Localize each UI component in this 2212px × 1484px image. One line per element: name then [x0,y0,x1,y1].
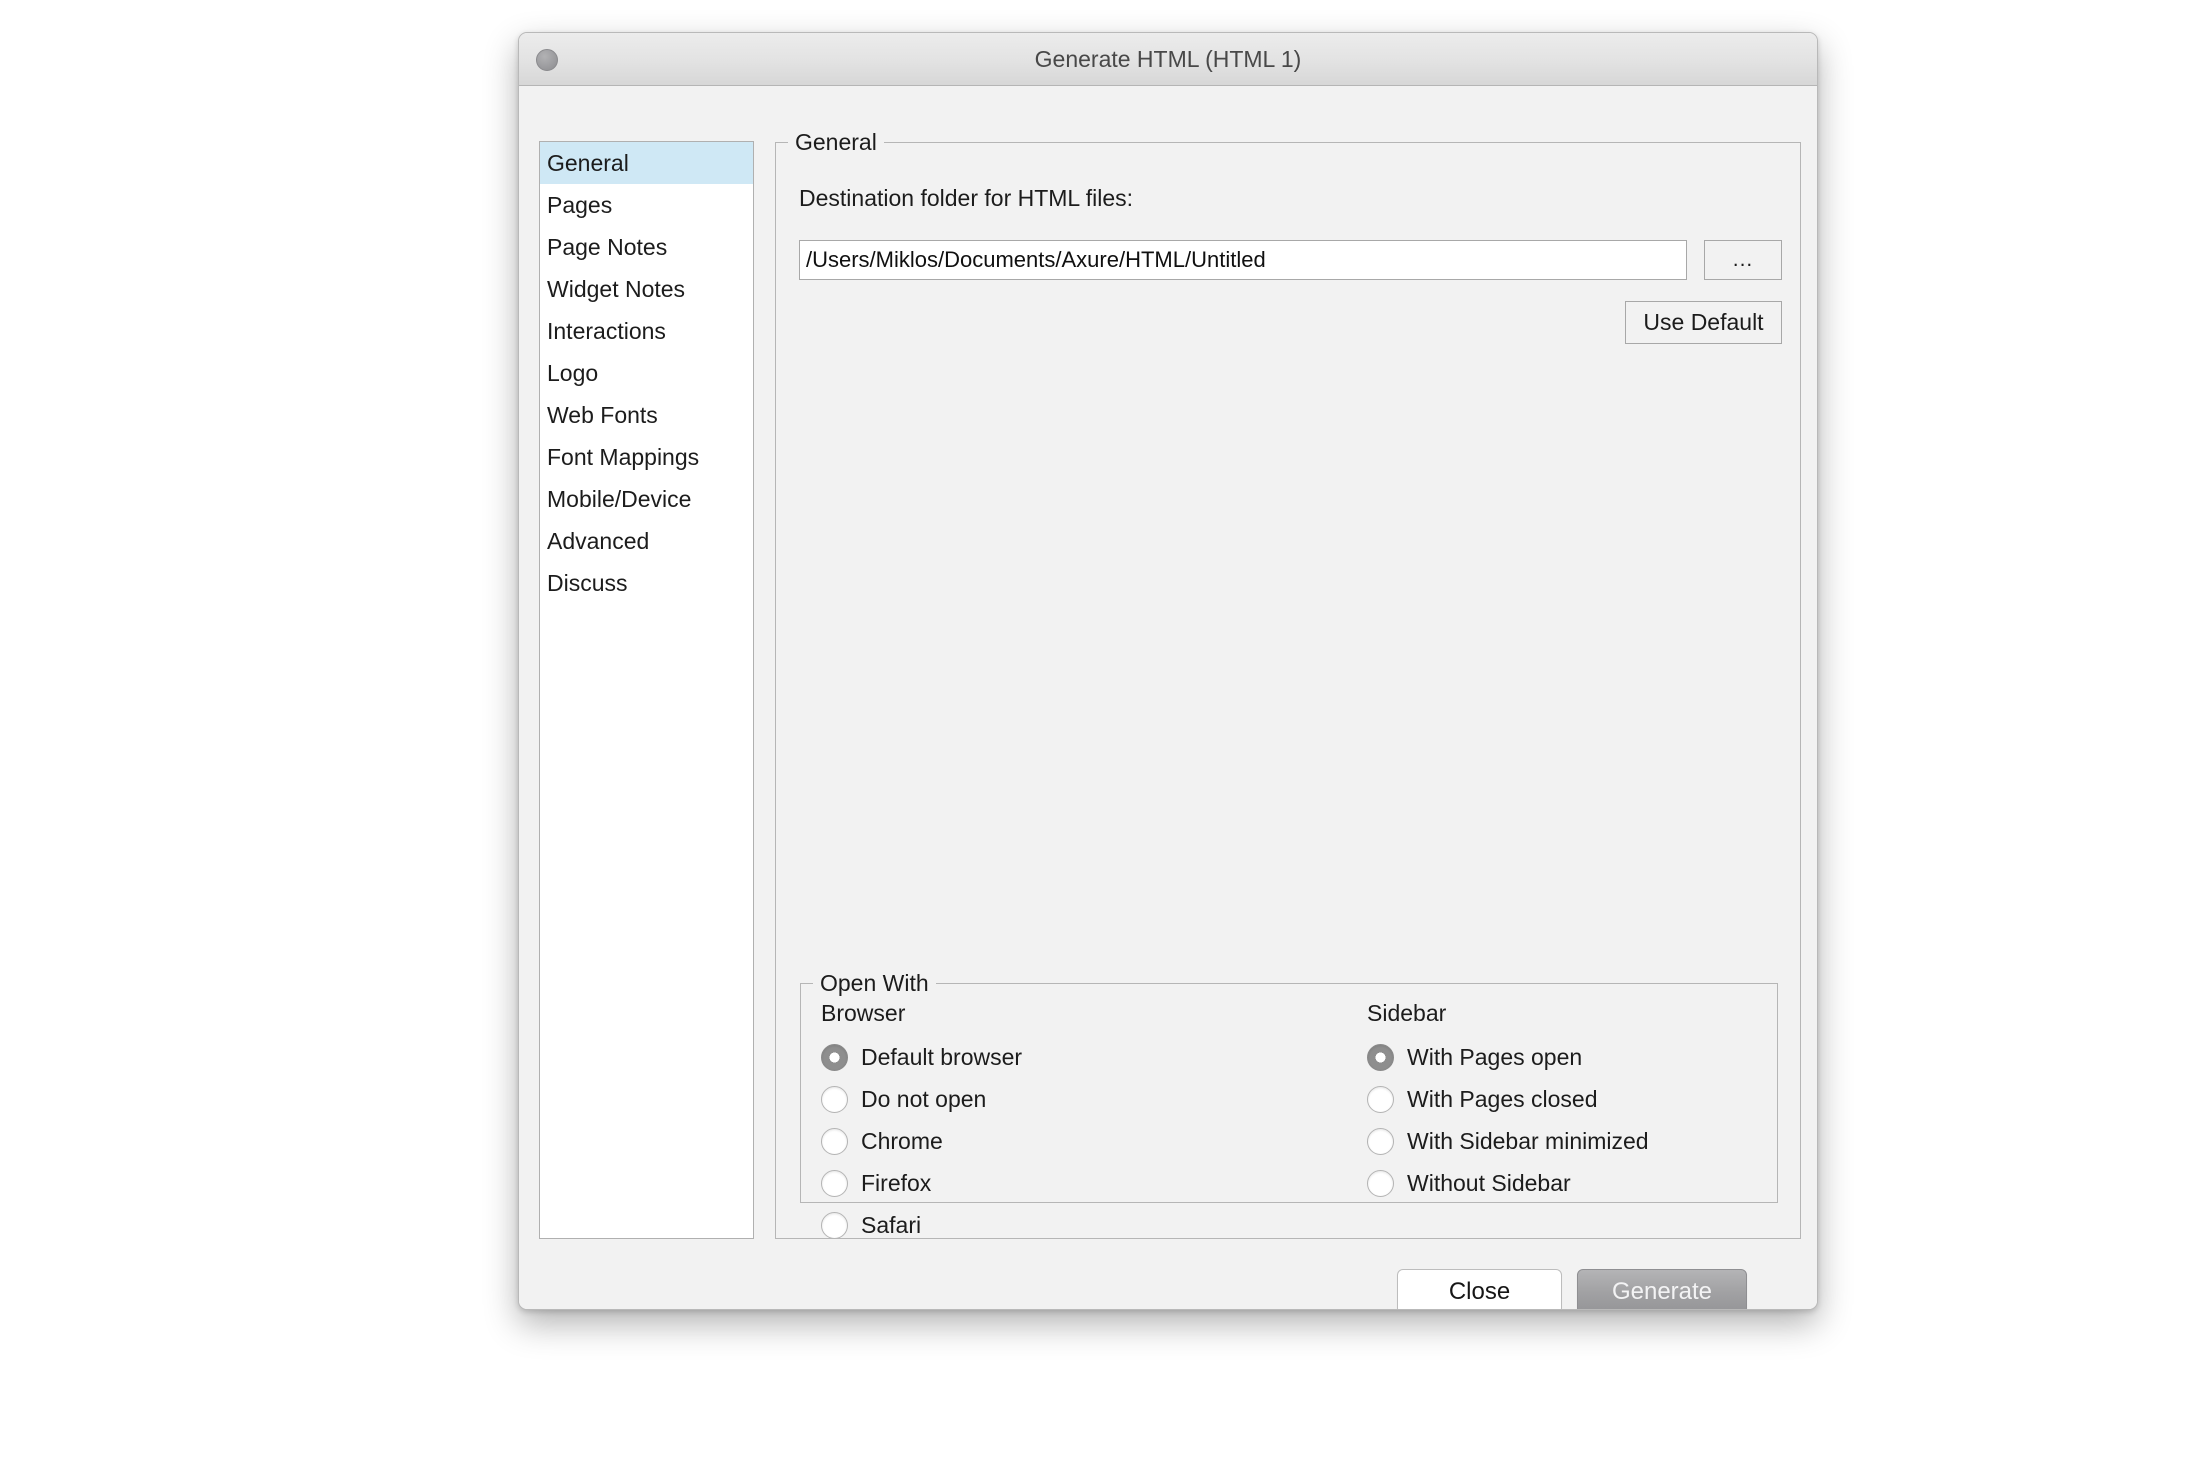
general-group-legend: General [788,129,884,156]
destination-folder-label: Destination folder for HTML files: [799,185,1134,211]
generate-html-dialog: Generate HTML (HTML 1) General Pages Pag… [518,32,1818,1310]
browser-radio-group: Browser Default browser Do not open Chro… [821,1000,1022,1246]
radio-label-with-sidebar-minimized: With Sidebar minimized [1407,1127,1649,1154]
radio-with-pages-open-icon[interactable] [1367,1043,1394,1071]
sidebar-item-pages[interactable]: Pages [540,184,753,226]
radio-firefox-icon[interactable] [821,1169,848,1197]
dialog-titlebar[interactable]: Generate HTML (HTML 1) [519,33,1817,86]
radio-default-browser-icon[interactable] [821,1043,848,1071]
radio-without-sidebar-icon[interactable] [1367,1169,1394,1197]
radio-row-with-sidebar-minimized[interactable]: With Sidebar minimized [1367,1120,1649,1162]
general-group-box: General Destination folder for HTML file… [775,129,1801,1239]
use-default-button[interactable]: Use Default [1625,301,1782,344]
sidebar-item-interactions[interactable]: Interactions [540,310,753,352]
sidebar-radio-group: Sidebar With Pages open With Pages close… [1367,1000,1649,1204]
radio-row-chrome[interactable]: Chrome [821,1120,1022,1162]
sidebar-item-logo[interactable]: Logo [540,352,753,394]
sidebar-item-web-fonts[interactable]: Web Fonts [540,394,753,436]
radio-row-do-not-open[interactable]: Do not open [821,1078,1022,1120]
dialog-body: General Pages Page Notes Widget Notes In… [519,86,1817,1309]
radio-row-safari[interactable]: Safari [821,1204,1022,1246]
radio-label-firefox: Firefox [861,1169,932,1196]
radio-label-with-pages-closed: With Pages closed [1407,1085,1598,1112]
radio-label-without-sidebar: Without Sidebar [1407,1169,1571,1196]
sidebar-item-discuss[interactable]: Discuss [540,562,753,604]
radio-label-safari: Safari [861,1211,922,1238]
radio-chrome-icon[interactable] [821,1127,848,1155]
radio-label-chrome: Chrome [861,1127,943,1154]
radio-with-sidebar-minimized-icon[interactable] [1367,1127,1394,1155]
open-with-group-legend: Open With [813,970,936,997]
radio-row-default-browser[interactable]: Default browser [821,1036,1022,1078]
close-button[interactable]: Close [1397,1269,1562,1309]
open-with-group-box: Open With Browser Default browser Do not… [800,970,1778,1239]
browser-column-title: Browser [821,1000,906,1026]
sidebar-item-general[interactable]: General [540,142,753,184]
radio-safari-icon[interactable] [821,1211,848,1239]
sidebar-item-advanced[interactable]: Advanced [540,520,753,562]
browse-folder-button[interactable]: ... [1704,240,1782,280]
sidebar-item-widget-notes[interactable]: Widget Notes [540,268,753,310]
radio-row-without-sidebar[interactable]: Without Sidebar [1367,1162,1649,1204]
sidebar-item-mobile-device[interactable]: Mobile/Device [540,478,753,520]
radio-row-firefox[interactable]: Firefox [821,1162,1022,1204]
radio-label-default-browser: Default browser [861,1043,1023,1070]
radio-label-with-pages-open: With Pages open [1407,1043,1583,1070]
radio-row-with-pages-open[interactable]: With Pages open [1367,1036,1649,1078]
destination-folder-input[interactable]: /Users/Miklos/Documents/Axure/HTML/Untit… [799,240,1687,280]
sidebar-item-page-notes[interactable]: Page Notes [540,226,753,268]
sidebar-item-font-mappings[interactable]: Font Mappings [540,436,753,478]
generate-button[interactable]: Generate [1577,1269,1747,1309]
sidebar-column-title: Sidebar [1367,1000,1447,1026]
radio-label-do-not-open: Do not open [861,1085,987,1112]
desktop-background: Generate HTML (HTML 1) General Pages Pag… [0,0,2212,1484]
settings-category-list[interactable]: General Pages Page Notes Widget Notes In… [539,141,754,1239]
dialog-title: Generate HTML (HTML 1) [1034,46,1302,72]
radio-row-with-pages-closed[interactable]: With Pages closed [1367,1078,1649,1120]
radio-do-not-open-icon[interactable] [821,1085,848,1113]
radio-with-pages-closed-icon[interactable] [1367,1085,1394,1113]
